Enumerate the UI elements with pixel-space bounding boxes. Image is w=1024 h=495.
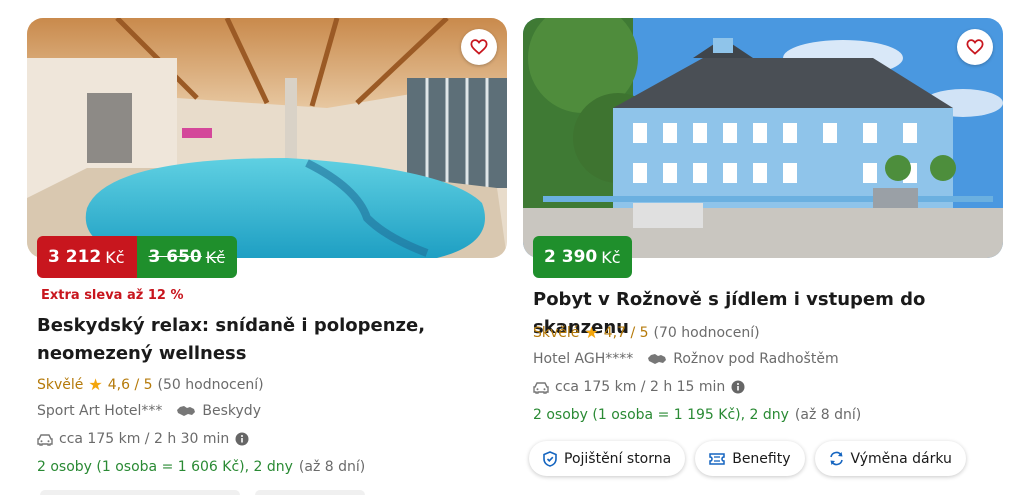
czech-map-icon	[648, 354, 667, 364]
distance-info: cca 175 km / 2 h 30 min	[37, 431, 249, 447]
current-price: 3 212 Kč	[37, 236, 137, 278]
car-icon	[533, 381, 549, 394]
location-name: Beskydy	[202, 403, 261, 419]
next-row-tag	[40, 490, 240, 495]
tag-benefits[interactable]: Benefity	[695, 441, 805, 476]
distance-info: cca 175 km / 2 h 15 min	[533, 379, 745, 395]
info-icon[interactable]	[731, 380, 745, 394]
offer-title[interactable]: Beskydský relax: snídaně i polopenze, ne…	[37, 312, 425, 368]
heart-icon	[966, 39, 984, 55]
discount-label: Extra sleva až 12 %	[41, 288, 184, 303]
favorite-button[interactable]	[957, 29, 993, 65]
indoor-pool-image	[27, 18, 507, 258]
tag-storno-insurance[interactable]: Pojištění storna	[529, 441, 686, 476]
hotel-info: Hotel AGH**** Rožnov pod Radhoštěm	[533, 351, 839, 367]
persons-info: 2 osoby (1 osoba = 1 606 Kč), 2 dny (až 8…	[37, 459, 366, 475]
offer-card-roznov[interactable]: 2 390 Kč Pobyt v Rožnově s jídlem i vstup…	[523, 18, 1003, 476]
pool-photo[interactable]	[27, 18, 507, 258]
next-row-tag	[255, 490, 365, 495]
offer-card-beskydy[interactable]: 3 212 Kč 3 650 Kč Extra sleva až 12 % Besk…	[27, 18, 507, 475]
hotel-info: Sport Art Hotel*** Beskydy	[37, 403, 261, 419]
hotel-building-image	[523, 18, 1003, 258]
star-icon: ★	[584, 323, 599, 342]
favorite-button[interactable]	[461, 29, 497, 65]
price-badge: 3 212 Kč 3 650 Kč	[37, 236, 238, 278]
car-icon	[37, 433, 53, 446]
heart-icon	[470, 39, 488, 55]
star-icon: ★	[88, 375, 103, 394]
price-badge: 2 390 Kč	[533, 236, 632, 278]
persons-info: 2 osoby (1 osoba = 1 195 Kč), 2 dny (až 8…	[533, 407, 862, 423]
hotel-photo[interactable]	[523, 18, 1003, 258]
hotel-name: Sport Art Hotel***	[37, 403, 163, 419]
tag-gift-exchange[interactable]: Výměna dárku	[814, 441, 966, 476]
original-price: 3 650 Kč	[136, 236, 238, 278]
insurance-icon	[543, 450, 557, 467]
current-price: 2 390 Kč	[533, 236, 632, 278]
exchange-icon	[829, 451, 843, 466]
info-icon[interactable]	[235, 432, 249, 446]
location-name: Rožnov pod Radhoštěm	[673, 351, 839, 367]
rating: Skvělé ★ 4,6 / 5 (50 hodnocení)	[37, 375, 264, 394]
benefit-tags: Pojištění storna Benefity Výměna dárku	[529, 441, 966, 476]
rating: Skvělé ★ 4,7 / 5 (70 hodnocení)	[533, 323, 760, 342]
czech-map-icon	[177, 406, 196, 416]
hotel-name: Hotel AGH****	[533, 351, 634, 367]
ticket-icon	[709, 452, 725, 465]
